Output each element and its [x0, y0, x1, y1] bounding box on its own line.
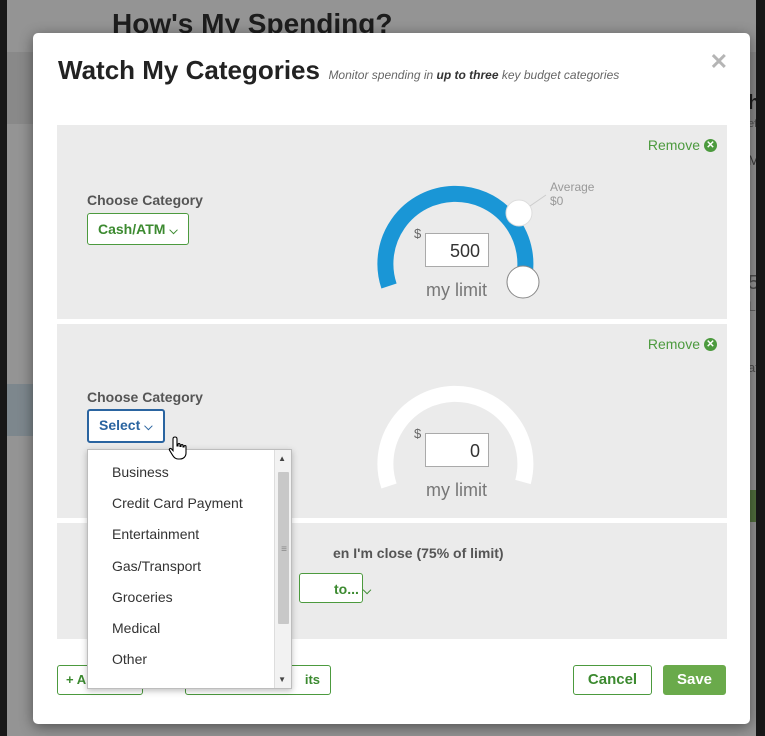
currency-symbol: $	[414, 226, 422, 241]
currency-symbol: $	[414, 426, 422, 441]
cancel-button[interactable]: Cancel	[573, 665, 652, 695]
spending-gauge-2: $ 0 my limit	[370, 340, 610, 510]
save-button[interactable]: Save	[663, 665, 726, 695]
category-select-1[interactable]: Cash/ATM ⌵	[87, 213, 189, 245]
my-limit-caption: my limit	[426, 280, 487, 300]
dropdown-option[interactable]: Credit Card Payment	[112, 495, 243, 511]
category-panel-1: Remove ✕ Choose Category Cash/ATM ⌵ Avera…	[57, 125, 727, 319]
remove-label: Remove	[647, 137, 700, 153]
gauge-2-svg	[377, 385, 534, 489]
limit-input-1[interactable]: 500	[425, 233, 489, 267]
scrollbar-grip-icon: ≡	[281, 544, 287, 555]
category-select-value: Cash/ATM	[98, 221, 166, 237]
modal-subtitle-emphasis: up to three	[436, 68, 499, 82]
modal-title: Watch My Categories	[58, 55, 320, 85]
dropdown-scrollbar[interactable]: ▲ ≡ ▼	[274, 450, 291, 688]
remove-circle-x-icon: ✕	[704, 337, 717, 351]
dropdown-option[interactable]: Gas/Transport	[112, 558, 201, 574]
scroll-up-arrow-icon[interactable]: ▲	[278, 454, 286, 463]
notify-select-value: to...	[334, 581, 359, 597]
category-select-2[interactable]: Select ⌵	[87, 409, 165, 443]
average-marker-line	[529, 194, 547, 207]
limit-drag-handle[interactable]	[506, 265, 540, 299]
modal-subtitle-suffix: key budget categories	[498, 68, 620, 82]
modal-subtitle: Monitor spending in up to three key budg…	[328, 68, 619, 82]
average-marker	[505, 199, 533, 227]
notify-select-button[interactable]: to... ⌵	[299, 573, 371, 603]
modal-subtitle-prefix: Monitor spending in	[328, 68, 437, 82]
category-select-value: Select	[99, 417, 141, 433]
limit-input-2[interactable]: 0	[425, 433, 489, 467]
chevron-down-icon: ⌵	[169, 225, 178, 237]
dropdown-option[interactable]: Business	[112, 464, 169, 480]
scroll-down-arrow-icon[interactable]: ▼	[278, 675, 286, 684]
modal-header: Watch My Categories Monitor spending in …	[58, 55, 619, 86]
spending-gauge-1: Average $0 $ 500 my limit	[370, 140, 610, 310]
remove-category-1-button[interactable]: Remove ✕	[648, 137, 717, 153]
hand-pointer-cursor-icon	[168, 436, 187, 460]
dropdown-option[interactable]: Groceries	[112, 589, 173, 605]
dropdown-option[interactable]: Entertainment	[112, 526, 199, 542]
alert-threshold-label: en I'm close (75% of limit)	[333, 545, 504, 561]
chevron-down-icon: ⌵	[144, 421, 153, 433]
remove-circle-x-icon: ✕	[704, 138, 717, 152]
chevron-down-icon: ⌵	[362, 585, 372, 597]
choose-category-label: Choose Category	[87, 389, 203, 405]
close-icon[interactable]: ✕	[710, 49, 728, 75]
remove-category-2-button[interactable]: Remove ✕	[648, 336, 717, 352]
category-dropdown-list[interactable]: Business Credit Card Payment Entertainme…	[87, 449, 292, 689]
remove-label: Remove	[647, 336, 700, 352]
dropdown-option[interactable]: Medical	[112, 620, 160, 636]
average-label: Average $0	[550, 180, 595, 208]
choose-category-label: Choose Category	[87, 192, 203, 208]
dropdown-option[interactable]: Other	[112, 651, 147, 667]
gauge-1-svg	[377, 185, 547, 299]
my-limit-caption: my limit	[426, 480, 487, 500]
